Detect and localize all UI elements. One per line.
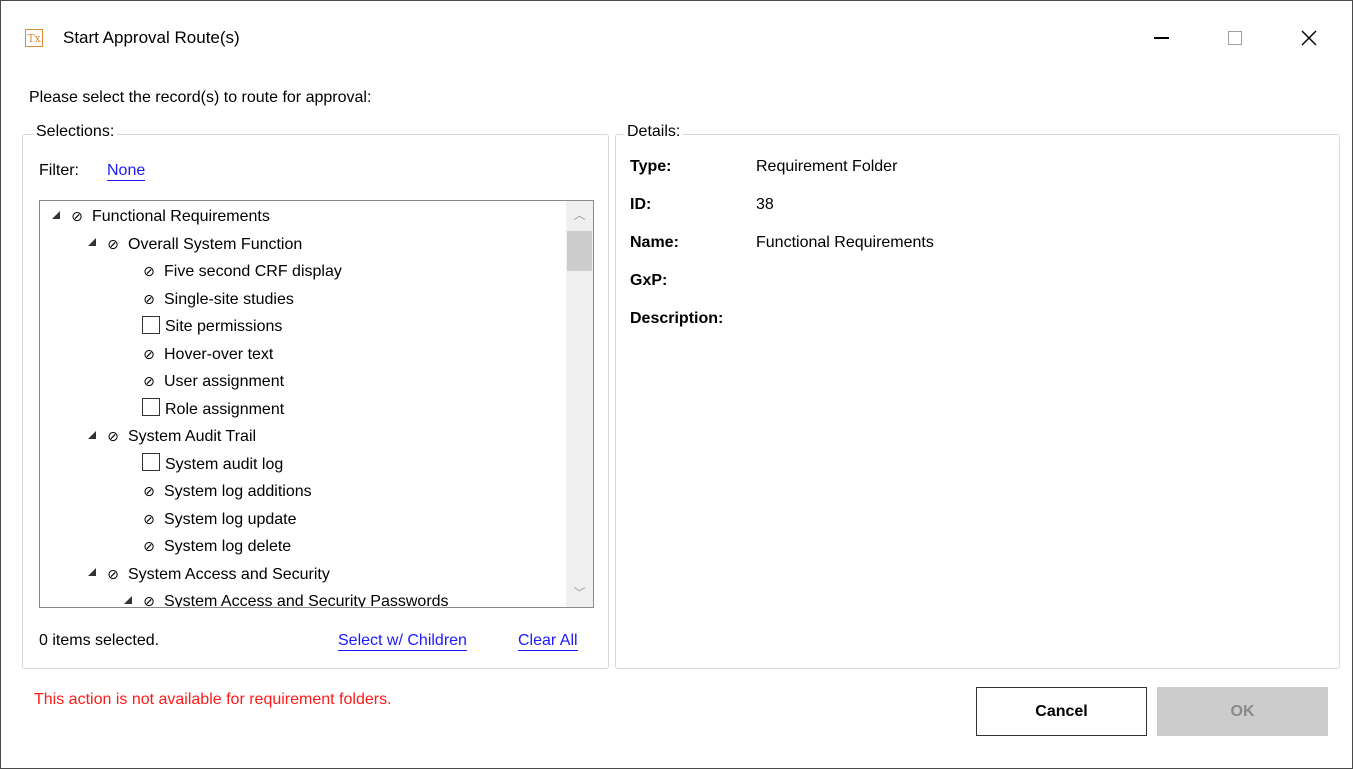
tree-item-label: System audit log (165, 455, 284, 473)
selection-tree[interactable]: ︿ ﹀ ⊘ Functional Requirements ⊘ Overall Sys… (39, 200, 594, 608)
tree-item[interactable]: Site permissions (142, 313, 282, 340)
not-selectable-icon: ⊘ (143, 345, 155, 362)
selection-count: 0 items selected. (39, 632, 160, 649)
detail-label: GxP: (630, 272, 668, 289)
select-with-children-link[interactable]: Select w/ Children (338, 632, 467, 651)
maximize-icon (1228, 31, 1242, 45)
details-group: Details: Type: Requirement Folder ID: 38 Nam… (615, 123, 1340, 669)
filter-link[interactable]: None (107, 162, 146, 181)
tree-item-label: Single-site studies (164, 290, 294, 308)
item-checkbox[interactable] (142, 315, 160, 334)
tree-item-label: System Audit Trail (128, 428, 257, 445)
tree-item-label: Functional Requirements (92, 208, 270, 225)
detail-row: Description: (630, 310, 1230, 334)
maximize-button[interactable] (1212, 19, 1258, 57)
expand-triangle-icon[interactable] (88, 238, 96, 247)
item-checkbox[interactable] (142, 398, 160, 417)
not-selectable-icon: ⊘ (143, 290, 155, 307)
item-checkbox[interactable] (142, 453, 160, 472)
detail-label: Name: (630, 234, 679, 251)
app-icon: Tx (25, 29, 43, 47)
tree-item[interactable]: ⊘ Five second CRF display (142, 258, 342, 285)
not-selectable-icon: ⊘ (71, 208, 83, 224)
tree-item[interactable]: ⊘ System log delete (142, 533, 291, 560)
not-selectable-icon: ⊘ (107, 565, 119, 582)
detail-value: Functional Requirements (756, 234, 934, 251)
clear-all-link[interactable]: Clear All (518, 632, 578, 651)
detail-row: GxP: (630, 272, 1230, 296)
not-selectable-icon: ⊘ (143, 510, 155, 527)
tree-item[interactable]: ⊘ System Audit Trail (88, 423, 256, 450)
window-title: Start Approval Route(s) (63, 28, 240, 47)
tree-item-label: Overall System Function (128, 235, 303, 253)
minimize-icon (1153, 37, 1169, 39)
not-selectable-icon: ⊘ (143, 593, 155, 608)
detail-value: 38 (756, 196, 774, 213)
detail-label: Description: (630, 310, 724, 327)
tree-item[interactable]: ⊘ System log additions (142, 478, 312, 505)
tree-item-label: Five second CRF display (164, 263, 342, 280)
not-selectable-icon: ⊘ (143, 373, 155, 389)
scroll-thumb[interactable] (567, 231, 592, 271)
title-bar: Tx Start Approval Route(s) (1, 1, 1352, 77)
instruction-text: Please select the record(s) to route for… (29, 89, 372, 106)
expand-triangle-icon[interactable] (88, 568, 96, 577)
details-legend: Details: (624, 123, 684, 141)
tree-item[interactable]: ⊘ Single-site studies (142, 286, 294, 313)
tree-item-label: System Access and Security (128, 565, 330, 583)
not-selectable-icon: ⊘ (143, 483, 155, 499)
dialog-window: Tx Start Approval Route(s) Please select… (0, 0, 1353, 769)
not-selectable-icon: ⊘ (143, 263, 155, 279)
tree-item[interactable]: ⊘ Hover-over text (142, 341, 273, 368)
tree-item-label: System log delete (164, 538, 292, 555)
tree-item[interactable]: ⊘ User assignment (142, 368, 284, 395)
tree-item[interactable]: ⊘ System Access and Security Passwords (124, 588, 449, 608)
tree-item[interactable]: ⊘ Functional Requirements (52, 203, 270, 230)
detail-row: Type: Requirement Folder (630, 158, 1230, 182)
close-icon (1301, 30, 1317, 46)
tree-scrollbar[interactable]: ︿ ﹀ (566, 201, 593, 607)
tree-item-label: System log additions (164, 483, 312, 500)
selections-group: Selections: Filter: None ︿ ﹀ ⊘ Functional… (22, 123, 609, 669)
ok-button: OK (1157, 687, 1328, 736)
tree-item-label: Hover-over text (164, 345, 274, 363)
detail-label: Type: (630, 158, 672, 175)
detail-value: Requirement Folder (756, 158, 898, 175)
tree-item[interactable]: ⊘ System Access and Security (88, 561, 330, 588)
minimize-button[interactable] (1138, 19, 1184, 57)
detail-row: Name: Functional Requirements (630, 234, 1230, 258)
expand-triangle-icon[interactable] (52, 210, 60, 219)
tree-item[interactable]: Role assignment (142, 396, 284, 423)
tree-item-label: Site permissions (165, 318, 283, 335)
not-selectable-icon: ⊘ (107, 428, 119, 444)
selections-legend: Selections: (33, 123, 118, 141)
tree-item-label: System Access and Security Passwords (164, 593, 449, 608)
not-selectable-icon: ⊘ (107, 235, 119, 252)
error-message: This action is not available for require… (34, 691, 392, 708)
tree-item-label: Role assignment (165, 400, 285, 418)
detail-label: ID: (630, 196, 652, 213)
tree-item[interactable]: ⊘ Overall System Function (88, 231, 302, 258)
tree-item-label: System log update (164, 510, 297, 528)
expand-triangle-icon[interactable] (124, 595, 132, 604)
tree-item[interactable]: ⊘ System log update (142, 506, 297, 533)
expand-triangle-icon[interactable] (88, 430, 96, 439)
tree-item-label: User assignment (164, 373, 285, 390)
filter-label: Filter: (39, 162, 79, 179)
not-selectable-icon: ⊘ (143, 538, 155, 554)
cancel-button[interactable]: Cancel (976, 687, 1147, 736)
close-button[interactable] (1286, 19, 1332, 57)
scroll-up-icon[interactable]: ︿ (566, 203, 593, 227)
tree-item[interactable]: System audit log (142, 451, 283, 478)
scroll-down-icon[interactable]: ﹀ (566, 581, 593, 605)
detail-row: ID: 38 (630, 196, 1230, 220)
